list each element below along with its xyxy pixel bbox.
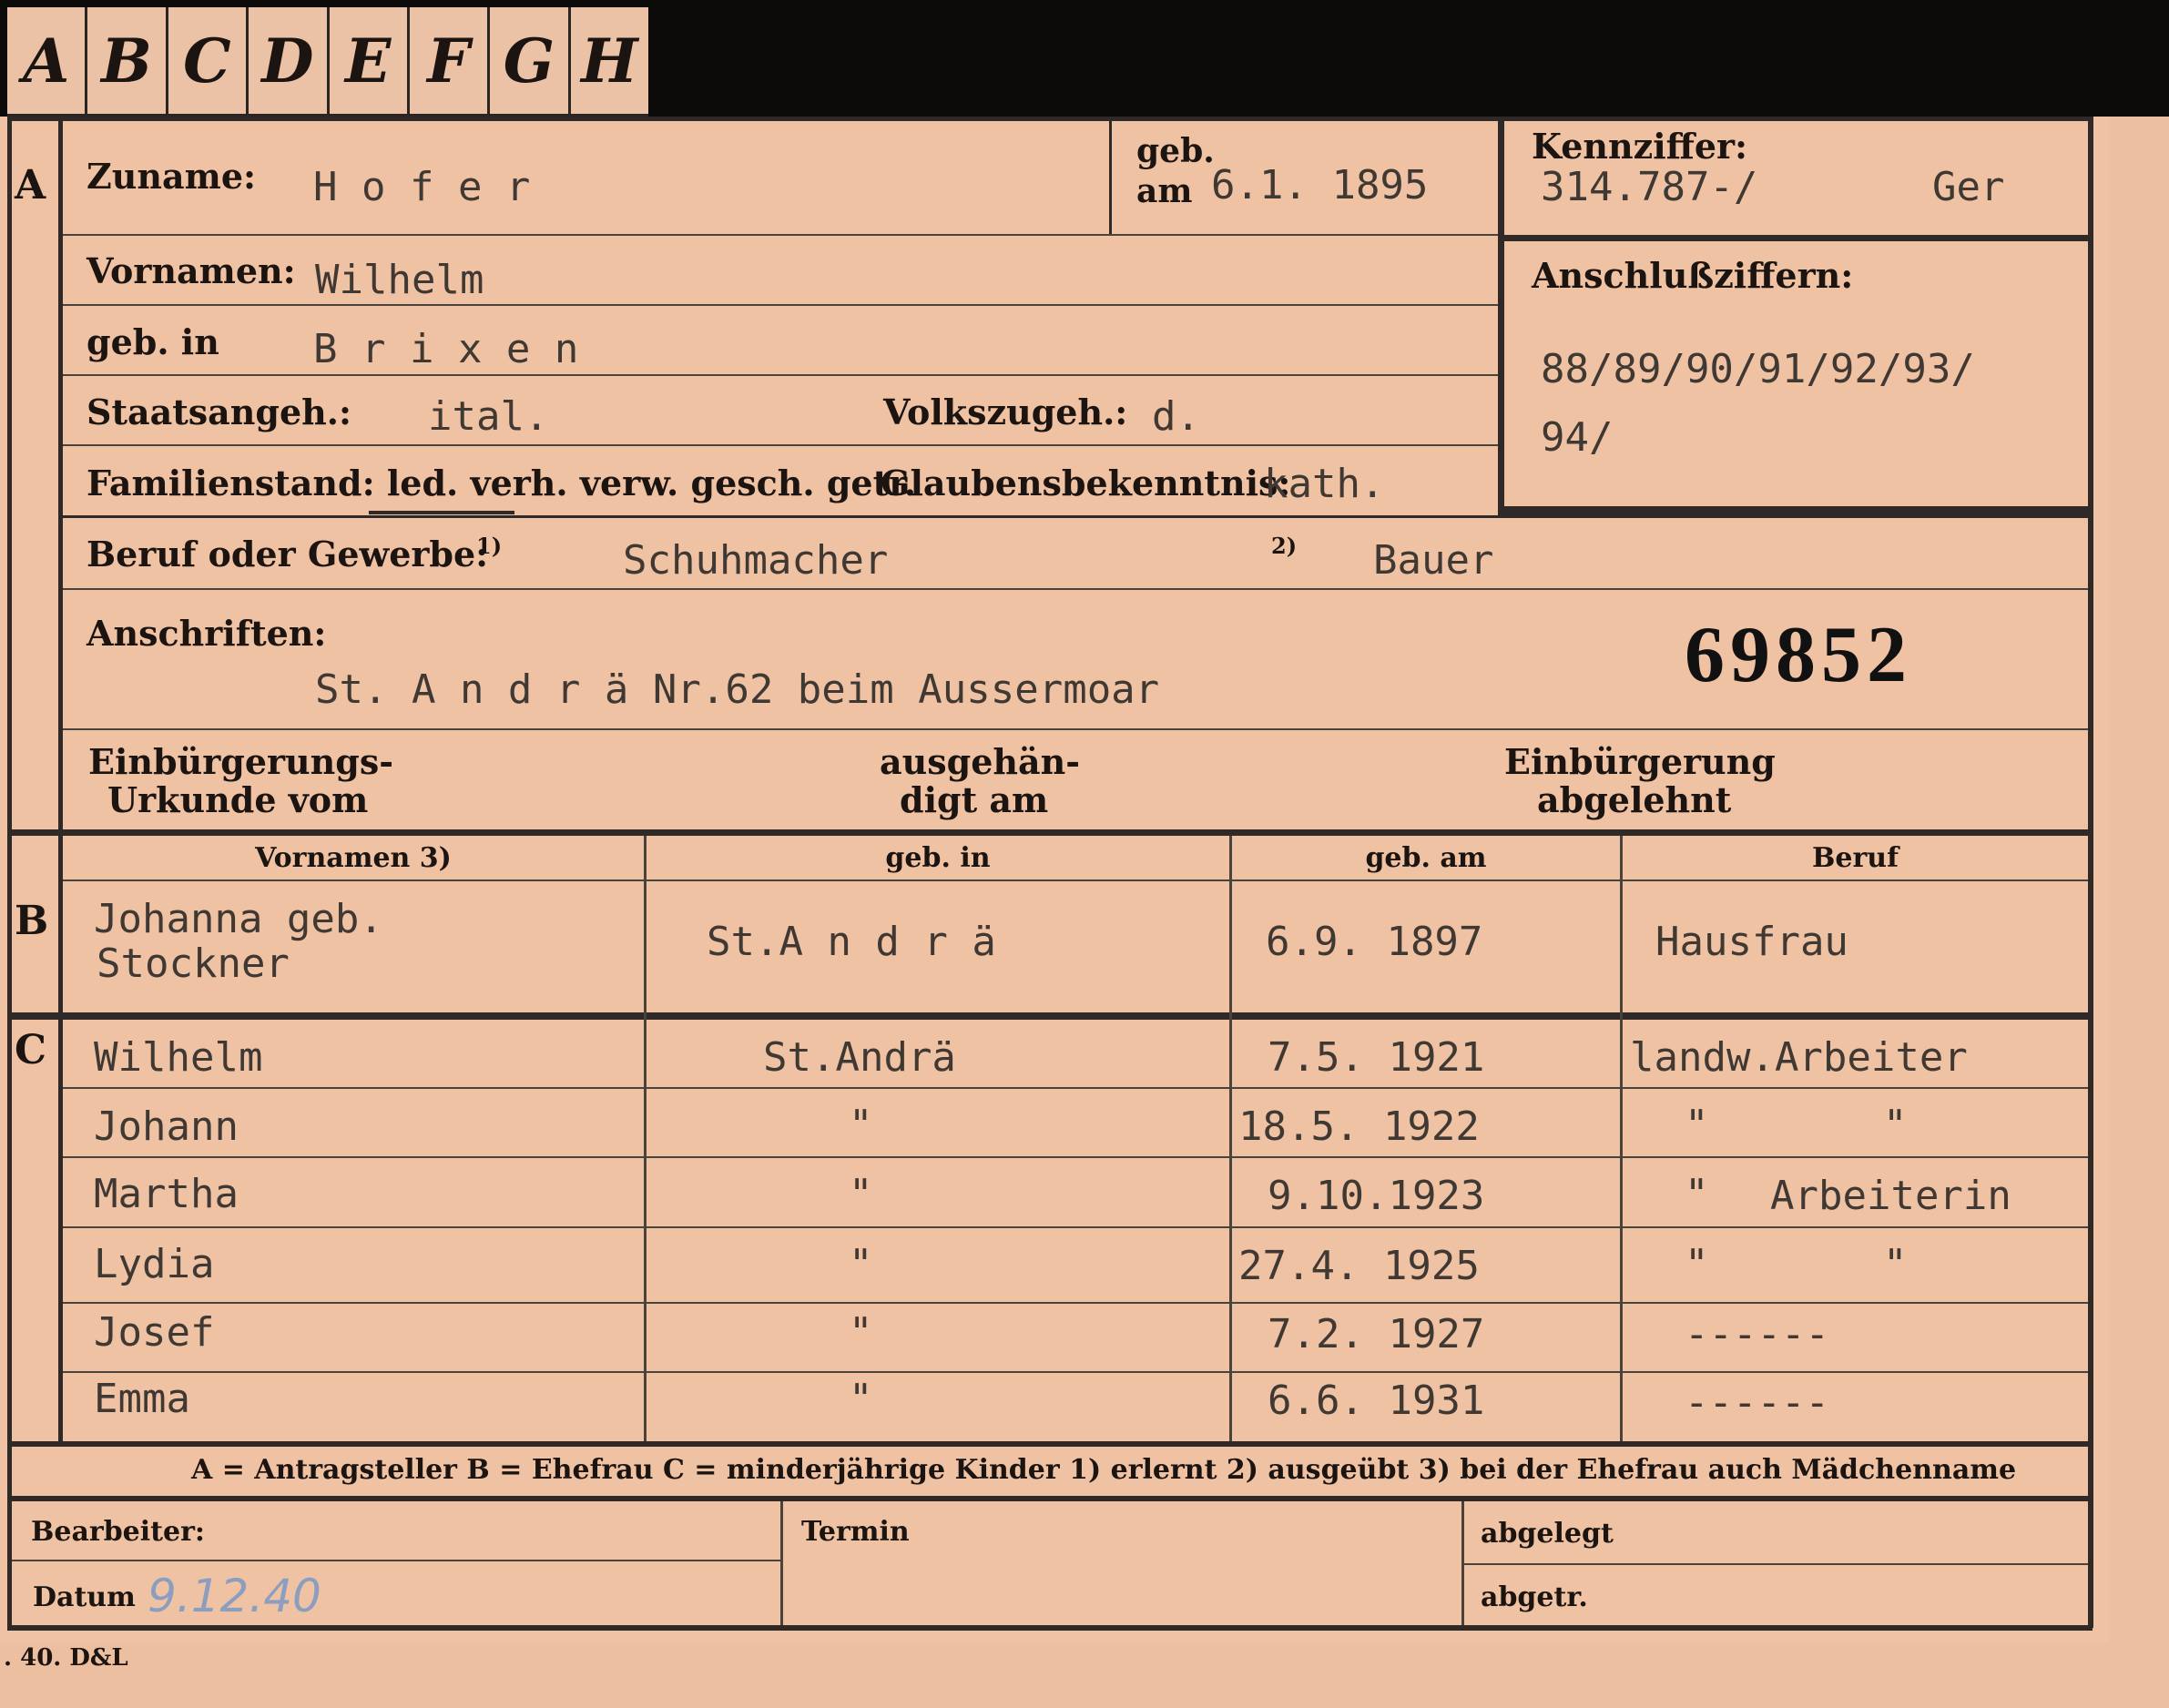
child-occupation: " [1685,1102,1709,1148]
index-tab[interactable]: G [490,7,571,114]
child-name: Johann [94,1103,239,1150]
index-tab[interactable]: B [87,7,168,114]
child-occupation: landw.Arbeiter [1630,1034,1968,1081]
section-marker-b: B [15,898,49,944]
child-occupation: " [1685,1241,1709,1287]
citizenship-label: Staatsangeh.: [87,391,352,432]
ethnicity-label: Volkszugeh.: [883,391,1128,432]
index-tab[interactable]: H [571,7,648,114]
child-born: 6.6. 1931 [1268,1378,1485,1424]
birthplace-label: geb. in [87,321,219,362]
child-occupation-detail: " [1883,1102,1908,1148]
marital-status-label: Familienstand: led. verh. verw. gesch. g… [87,463,916,503]
spouse-occupation: Hausfrau [1655,919,1848,965]
child-born: 9.10.1923 [1268,1173,1485,1219]
index-tabs: A B C D E F G H [7,7,648,117]
handed-over-label-1: ausgehän- [880,741,1081,782]
anschluss-label: Anschlußziffern: [1532,255,1854,296]
index-tab[interactable]: F [410,7,491,114]
ethnicity-value: d. [1152,393,1200,440]
birthplace-value: B r i x e n [313,326,579,372]
naturalization-cert-label-2: Urkunde vom [107,779,369,820]
surname-value: H o f e r [313,164,531,210]
child-birthplace: " [849,1102,873,1148]
index-tab[interactable]: A [7,7,88,114]
abgelegt-label: abgelegt [1481,1518,1614,1550]
surname-label: Zuname: [87,156,257,197]
religion-label: Glaubensbekenntnis: [881,463,1291,503]
spouse-name-line-1: Johanna geb. [94,896,383,942]
occupation-mark-2: 2) [1271,533,1298,559]
naturalization-refused-label-1: Einbürgerung [1504,741,1776,782]
index-tab[interactable]: E [330,7,410,114]
child-birthplace: St.Andrä [763,1034,956,1081]
index-tab[interactable]: D [249,7,330,114]
born-on-label: am [1136,172,1193,210]
section-marker-a: A [15,162,46,208]
spouse-born: 6.9. 1897 [1266,919,1483,965]
abgetr-label: abgetr. [1481,1581,1588,1613]
child-born: 18.5. 1922 [1238,1103,1480,1150]
bearbeiter-label: Bearbeiter: [31,1516,205,1548]
first-names-value: Wilhelm [315,257,484,303]
occupation-learned: Schuhmacher [623,537,889,584]
datum-label: Datum [33,1581,136,1613]
card-number: 69852 [1685,611,1912,699]
child-occupation: " [1685,1171,1709,1217]
header-geb-am: geb. am [1365,842,1487,874]
naturalization-cert-label-1: Einbürgerungs- [88,741,394,782]
datum-handwritten: 9.12.40 [148,1570,321,1622]
legend-text: A = Antragsteller B = Ehefrau C = minder… [191,1454,2017,1486]
born-label: geb. [1136,132,1215,170]
card-edge [2109,117,2169,1643]
child-born: 27.4. 1925 [1238,1243,1480,1289]
child-occupation: ------ [1685,1311,1829,1357]
religion-value: kath. [1264,461,1385,507]
spouse-birthplace: St.A n d r ä [707,919,996,965]
kennziffer-value: 314.787-/ [1541,164,1758,210]
child-birthplace: " [849,1309,873,1356]
child-born: 7.2. 1927 [1268,1311,1485,1357]
print-mark: . 40. D&L [4,1644,128,1672]
occupation-label: Beruf oder Gewerbe: [87,534,489,574]
child-name: Martha [94,1171,239,1217]
kennziffer-label: Kennziffer: [1532,126,1748,167]
anschluss-line-1: 88/89/90/91/92/93/ [1541,346,1975,392]
card-bottom-margin [0,1643,2169,1708]
child-birthplace: " [849,1376,873,1422]
kennziffer-suffix: Ger [1932,164,2005,210]
child-birthplace: " [849,1171,873,1217]
anschluss-line-2: 94/ [1541,414,1614,461]
occupation-mark-1: 1) [476,533,503,559]
child-name: Josef [94,1309,215,1356]
child-name: Emma [94,1376,190,1422]
header-geb-in: geb. in [885,842,991,874]
naturalization-refused-label-2: abgelehnt [1537,779,1732,820]
spouse-name-line-2: Stockner [97,940,290,987]
child-occupation-detail: " [1883,1241,1908,1287]
index-tab[interactable]: C [168,7,249,114]
child-birthplace: " [849,1241,873,1287]
address-value: St. A n d r ä Nr.62 beim Aussermoar [315,666,1160,713]
first-names-label: Vornamen: [87,250,296,291]
child-name: Wilhelm [94,1034,263,1081]
citizenship-value: ital. [428,393,549,440]
child-occupation-detail: Arbeiterin [1770,1173,2011,1219]
occupation-practiced: Bauer [1373,537,1494,584]
child-name: Lydia [94,1241,215,1287]
header-vornamen: Vornamen 3) [255,842,452,874]
addresses-label: Anschriften: [87,613,327,654]
child-occupation: ------ [1685,1379,1829,1426]
header-beruf: Beruf [1812,842,1899,874]
section-marker-c: C [15,1027,47,1073]
termin-label: Termin [801,1516,910,1548]
born-date-value: 6.1. 1895 [1211,162,1429,208]
child-born: 7.5. 1921 [1268,1034,1485,1081]
handed-over-label-2: digt am [900,779,1049,820]
